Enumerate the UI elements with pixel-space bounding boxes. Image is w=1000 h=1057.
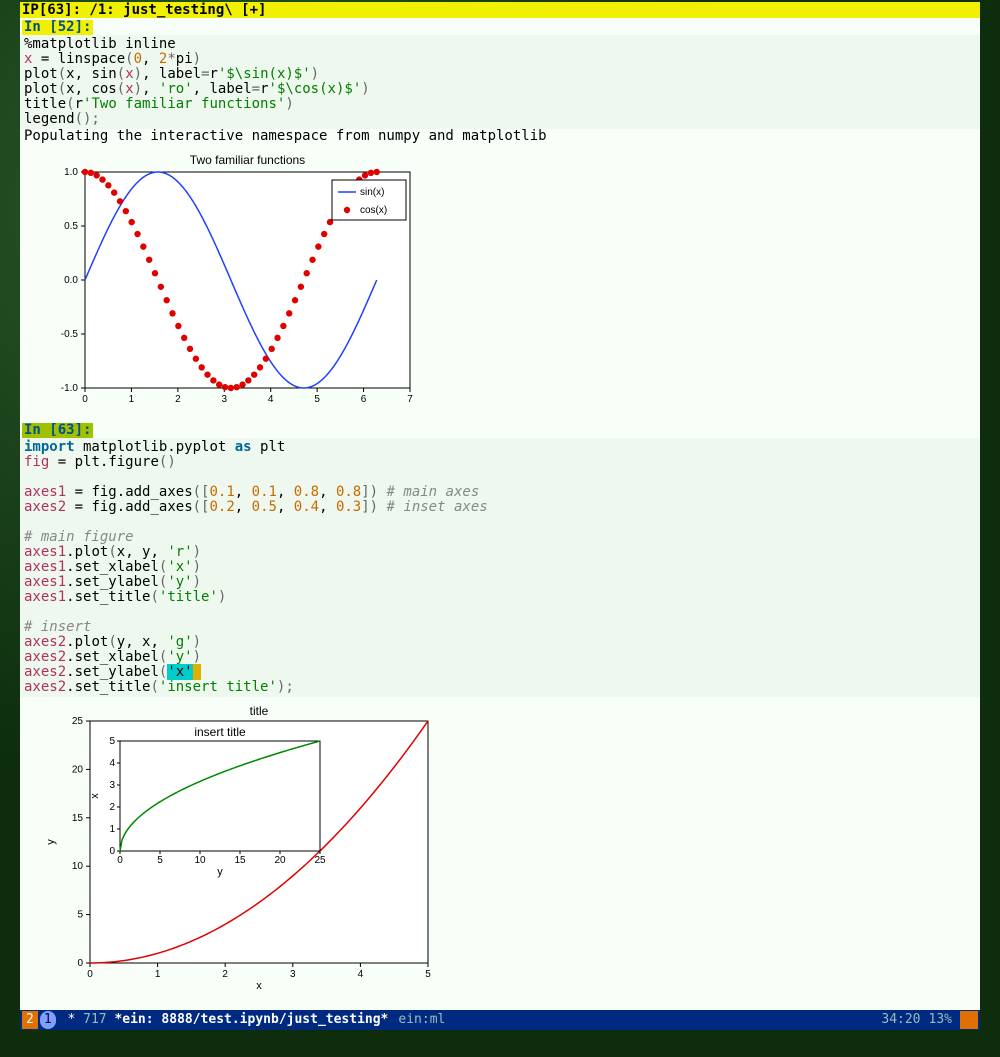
chart-1-svg: Two familiar functions 0 1 2 3 4 5 6 7 -1.0 -0.5 0.… — [40, 150, 420, 410]
svg-text:0: 0 — [77, 958, 83, 969]
chart-1-two-familiar-functions: Two familiar functions 0 1 2 3 4 5 6 7 -1.0 -0.5 0.… — [40, 150, 980, 414]
svg-text:x: x — [89, 793, 101, 799]
code-cell-63[interactable]: import matplotlib.pyplot as plt fig = pl… — [20, 438, 980, 697]
code-cell-52[interactable]: %matplotlib inline x = linspace(0, 2*pi)… — [20, 35, 980, 129]
svg-text:0: 0 — [82, 394, 88, 405]
sb-end-cap — [960, 1011, 978, 1029]
svg-text:cos(x): cos(x) — [360, 205, 387, 216]
input-prompt-63: In [63]: — [22, 423, 93, 438]
svg-text:sin(x): sin(x) — [360, 187, 384, 198]
svg-text:0.5: 0.5 — [64, 221, 78, 232]
svg-text:insert title: insert title — [194, 725, 246, 739]
svg-text:5: 5 — [425, 969, 431, 980]
cell-2[interactable]: In [63]: import matplotlib.pyplot as plt… — [20, 421, 980, 998]
svg-text:3: 3 — [222, 394, 228, 405]
svg-text:2: 2 — [175, 394, 181, 405]
svg-text:25: 25 — [72, 716, 84, 727]
svg-text:7: 7 — [407, 394, 413, 405]
notebook-content[interactable]: In [52]: %matplotlib inline x = linspace… — [20, 18, 980, 1010]
sb-line-number: 717 — [83, 1013, 106, 1027]
sb-star — [60, 1013, 68, 1027]
svg-text:y: y — [45, 839, 57, 845]
svg-text:20: 20 — [72, 765, 84, 776]
svg-text:0.0: 0.0 — [64, 275, 78, 286]
mode-line: 2 1 * 717 *ein: 8888/test.ipynb/just_tes… — [20, 1010, 980, 1030]
svg-text:5: 5 — [314, 394, 320, 405]
svg-text:15: 15 — [234, 855, 246, 866]
svg-text:5: 5 — [77, 910, 83, 921]
svg-text:2: 2 — [222, 969, 228, 980]
svg-text:1: 1 — [109, 824, 115, 835]
svg-text:5: 5 — [109, 736, 115, 747]
svg-text:-1.0: -1.0 — [61, 383, 79, 394]
svg-text:25: 25 — [314, 855, 326, 866]
svg-text:x: x — [256, 980, 262, 992]
svg-text:0: 0 — [117, 855, 123, 866]
svg-text:20: 20 — [274, 855, 286, 866]
svg-text:4: 4 — [109, 758, 115, 769]
svg-text:title: title — [250, 704, 269, 718]
sb-badge-window: 1 — [40, 1011, 56, 1029]
svg-text:0: 0 — [87, 969, 93, 980]
svg-text:y: y — [217, 866, 223, 878]
output-text-52: Populating the interactive namespace fro… — [20, 129, 980, 144]
chart-2-svg: title0123450510152025xyinsert title05101… — [40, 703, 440, 993]
svg-text:4: 4 — [268, 394, 274, 405]
svg-text:1: 1 — [129, 394, 135, 405]
cell-1[interactable]: In [52]: %matplotlib inline x = linspace… — [20, 18, 980, 415]
svg-text:3: 3 — [109, 780, 115, 791]
svg-text:3: 3 — [290, 969, 296, 980]
emacs-window: IP[63]: /1: just_testing\ [+] In [52]: %… — [20, 2, 980, 1030]
svg-text:-0.5: -0.5 — [61, 329, 79, 340]
svg-text:10: 10 — [194, 855, 206, 866]
sb-cursor-position: 34:20 — [881, 1013, 920, 1027]
sb-buffer-name: *ein: 8888/test.ipynb/just_testing* — [114, 1013, 388, 1027]
svg-text:1: 1 — [155, 969, 161, 980]
svg-text:1.0: 1.0 — [64, 167, 78, 178]
text-selection: 'x' — [167, 664, 192, 680]
sb-modified-icon: * — [67, 1013, 75, 1027]
svg-text:Two familiar functions: Two familiar functions — [190, 153, 305, 167]
svg-text:6: 6 — [361, 394, 367, 405]
sb-badge-workspace: 2 — [22, 1011, 38, 1029]
svg-text:10: 10 — [72, 861, 84, 872]
magic-line: %matplotlib inline — [24, 36, 176, 52]
svg-text:5: 5 — [157, 855, 163, 866]
window-titlebar: IP[63]: /1: just_testing\ [+] — [20, 2, 980, 18]
input-prompt-52: In [52]: — [22, 20, 93, 35]
desktop-background: IP[63]: /1: just_testing\ [+] In [52]: %… — [0, 0, 1000, 1057]
svg-text:0: 0 — [109, 846, 115, 857]
svg-text:15: 15 — [72, 813, 84, 824]
svg-text:2: 2 — [109, 802, 115, 813]
sb-scroll-percent: 13% — [929, 1013, 952, 1027]
svg-text:4: 4 — [358, 969, 364, 980]
sb-major-mode: ein:ml — [398, 1013, 445, 1027]
text-cursor — [193, 664, 201, 680]
chart-2-with-inset: title0123450510152025xyinsert title05101… — [40, 703, 980, 997]
